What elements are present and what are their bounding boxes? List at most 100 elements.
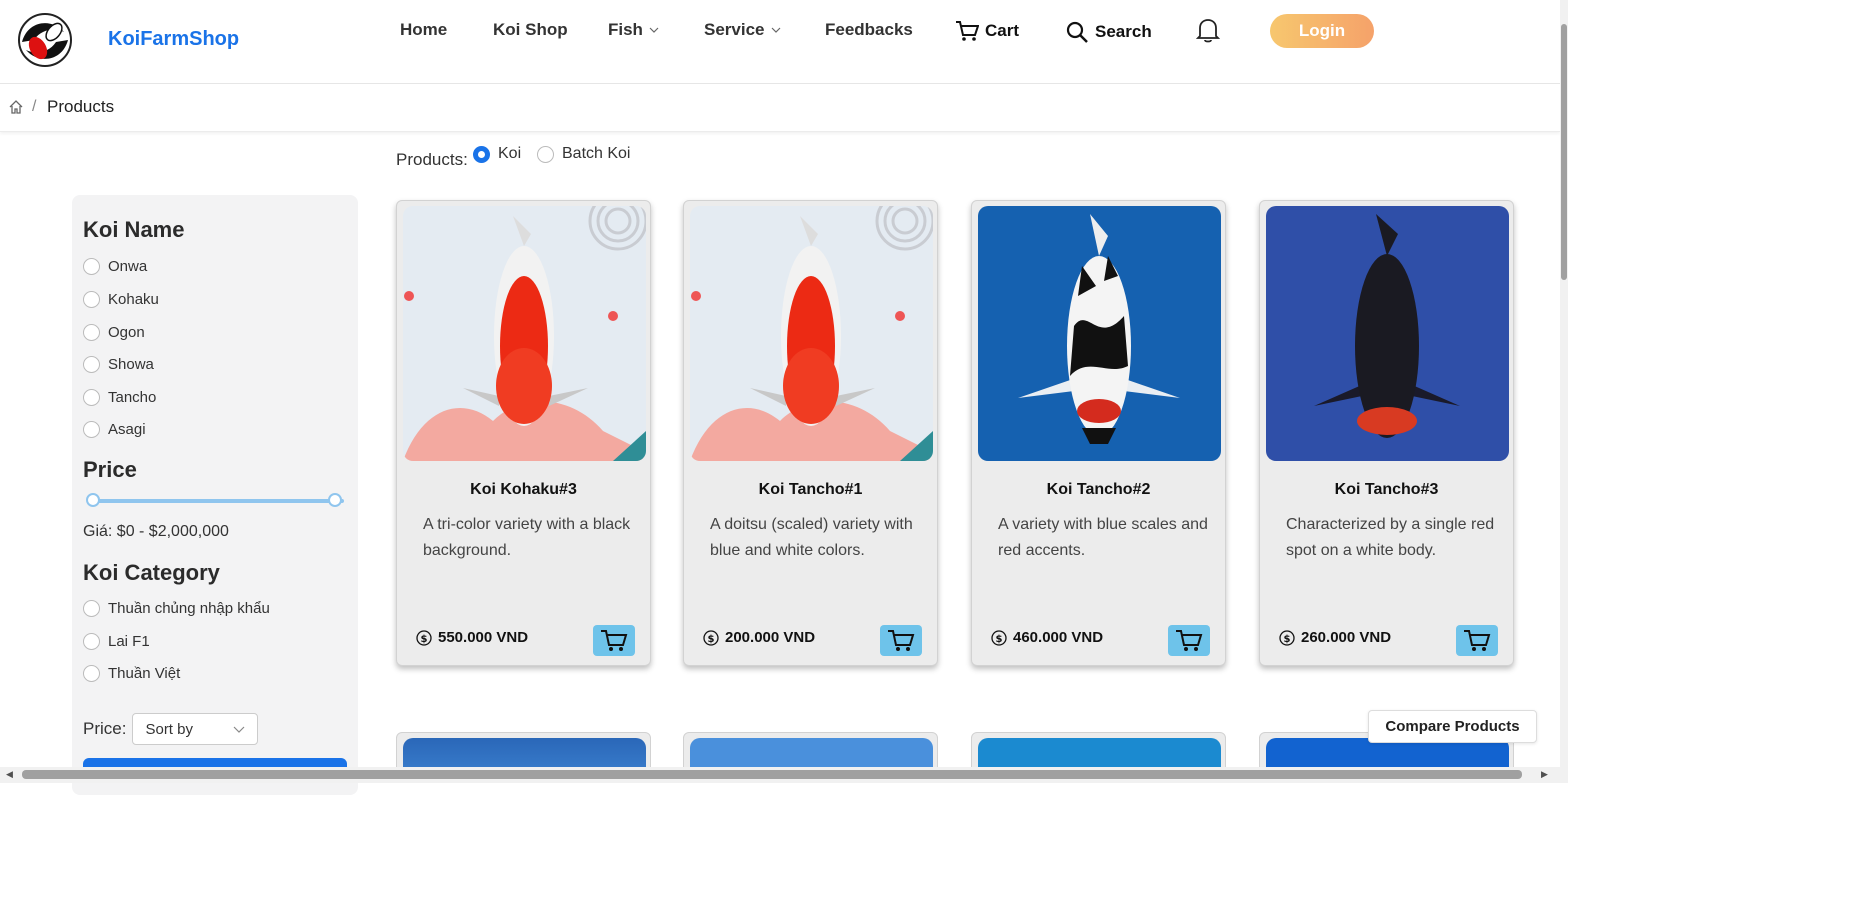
home-icon[interactable] bbox=[8, 99, 24, 115]
radio-unchecked-icon bbox=[83, 356, 100, 373]
koi-tancho-2-image[interactable] bbox=[978, 206, 1221, 461]
chevron-down-icon bbox=[649, 27, 659, 33]
nav-fish[interactable]: Fish bbox=[608, 20, 659, 40]
product-type-batch-radio[interactable]: Batch Koi bbox=[537, 145, 630, 163]
koi-name-option[interactable]: Showa bbox=[83, 356, 154, 373]
product-description: A tri-color variety with a black backgro… bbox=[423, 516, 631, 559]
add-to-cart-button[interactable] bbox=[1456, 625, 1498, 656]
radio-unchecked-icon bbox=[83, 389, 100, 406]
product-price: $ 460.000 VND bbox=[991, 629, 1103, 646]
product-card[interactable]: Koi Tancho#2 A variety with blue scales … bbox=[971, 200, 1226, 666]
product-name[interactable]: Koi Tancho#1 bbox=[684, 481, 937, 499]
radio-unchecked-icon bbox=[537, 145, 554, 163]
product-price-value: 200.000 VND bbox=[725, 629, 816, 646]
nav-koi-shop[interactable]: Koi Shop bbox=[493, 20, 568, 40]
product-type-koi-radio[interactable]: Koi bbox=[473, 145, 521, 163]
brand-name[interactable]: KoiFarmShop bbox=[108, 28, 239, 51]
dollar-circle-icon: $ bbox=[1279, 629, 1295, 646]
koi-name-option[interactable]: Tancho bbox=[83, 389, 156, 406]
scroll-right-arrow-icon[interactable]: ▶ bbox=[1541, 769, 1548, 780]
radio-unchecked-icon bbox=[83, 291, 100, 308]
chevron-down-icon bbox=[234, 726, 245, 733]
product-price: $ 200.000 VND bbox=[703, 629, 815, 646]
koi-name-label: Ogon bbox=[108, 324, 145, 341]
add-to-cart-button[interactable] bbox=[1168, 625, 1210, 656]
nav-search-label: Search bbox=[1095, 22, 1152, 41]
product-price: $ 550.000 VND bbox=[416, 629, 528, 646]
product-card[interactable]: Koi Tancho#3 Characterized by a single r… bbox=[1259, 200, 1514, 666]
nav-search[interactable]: Search bbox=[1065, 20, 1152, 44]
koi-name-label: Asagi bbox=[108, 421, 146, 438]
sort-row: Price: Sort by bbox=[83, 713, 259, 745]
koi-name-option[interactable]: Onwa bbox=[83, 258, 147, 275]
koi-name-label: Onwa bbox=[108, 258, 148, 275]
bell-icon[interactable] bbox=[1196, 16, 1220, 44]
koi-tancho-3-image[interactable] bbox=[1266, 206, 1509, 461]
dollar-circle-icon: $ bbox=[416, 629, 432, 646]
svg-text:$: $ bbox=[421, 634, 428, 645]
search-icon bbox=[1066, 21, 1088, 43]
add-to-cart-button[interactable] bbox=[880, 625, 922, 656]
koi-kohaku-image[interactable] bbox=[403, 206, 646, 461]
koi-name-option[interactable]: Ogon bbox=[83, 324, 145, 341]
login-button[interactable]: Login bbox=[1270, 14, 1374, 48]
category-option[interactable]: Lai F1 bbox=[83, 633, 150, 650]
scroll-left-arrow-icon[interactable]: ◀ bbox=[6, 769, 13, 780]
price-title: Price bbox=[83, 457, 137, 482]
product-name[interactable]: Koi Tancho#2 bbox=[972, 481, 1225, 499]
category-label: Lai F1 bbox=[108, 633, 150, 650]
price-range-slider[interactable] bbox=[86, 493, 344, 507]
product-card[interactable] bbox=[396, 732, 651, 772]
category-label: Thuần Việt bbox=[108, 665, 181, 682]
nav-cart[interactable]: Cart bbox=[955, 20, 1019, 42]
horizontal-scroll-thumb[interactable] bbox=[22, 770, 1522, 779]
product-description: A variety with blue scales and red accen… bbox=[998, 516, 1208, 559]
nav-service[interactable]: Service bbox=[704, 20, 781, 40]
product-price: $ 260.000 VND bbox=[1279, 629, 1391, 646]
koi-name-option[interactable]: Kohaku bbox=[83, 291, 159, 308]
add-to-cart-button[interactable] bbox=[593, 625, 635, 656]
koi-logo-icon[interactable] bbox=[12, 12, 78, 68]
product-price-value: 550.000 VND bbox=[438, 629, 529, 646]
nav-fish-label: Fish bbox=[608, 20, 643, 39]
koi-category-title: Koi Category bbox=[83, 560, 220, 585]
product-description: A doitsu (scaled) variety with blue and … bbox=[710, 516, 913, 559]
product-price-value: 460.000 VND bbox=[1013, 629, 1104, 646]
category-option[interactable]: Thuần chủng nhập khẩu bbox=[83, 600, 270, 617]
product-type-koi-label: Koi bbox=[498, 145, 522, 162]
nav-home[interactable]: Home bbox=[400, 20, 447, 40]
koi-tancho-image[interactable] bbox=[690, 206, 933, 461]
radio-unchecked-icon bbox=[83, 633, 100, 650]
svg-text:$: $ bbox=[1284, 634, 1291, 645]
product-card[interactable] bbox=[683, 732, 938, 772]
filter-sidebar: Koi Name Onwa Kohaku Ogon Showa Tancho A… bbox=[72, 195, 358, 795]
radio-unchecked-icon bbox=[83, 258, 100, 275]
category-option[interactable]: Thuần Việt bbox=[83, 665, 180, 682]
breadcrumb-current: Products bbox=[47, 97, 115, 116]
product-type-batch-label: Batch Koi bbox=[562, 145, 631, 162]
cart-icon bbox=[601, 629, 628, 651]
koi-name-option[interactable]: Asagi bbox=[83, 421, 146, 438]
product-name[interactable]: Koi Kohaku#3 bbox=[397, 481, 650, 499]
nav-feedbacks[interactable]: Feedbacks bbox=[825, 20, 913, 40]
product-card[interactable]: Koi Kohaku#3 A tri-color variety with a … bbox=[396, 200, 651, 666]
product-price-value: 260.000 VND bbox=[1301, 629, 1392, 646]
price-range-text: Giá: $0 - $2,000,000 bbox=[83, 523, 229, 540]
radio-checked-icon bbox=[473, 145, 490, 163]
radio-unchecked-icon bbox=[83, 600, 100, 617]
vertical-scroll-thumb[interactable] bbox=[1561, 24, 1567, 280]
nav-cart-label: Cart bbox=[985, 21, 1020, 40]
sort-select[interactable]: Sort by bbox=[132, 713, 259, 745]
koi-name-title: Koi Name bbox=[83, 217, 185, 242]
product-name[interactable]: Koi Tancho#3 bbox=[1260, 481, 1513, 499]
product-card[interactable]: Koi Tancho#1 A doitsu (scaled) variety w… bbox=[683, 200, 938, 666]
nav-service-label: Service bbox=[704, 20, 765, 39]
chevron-down-icon bbox=[771, 27, 780, 33]
compare-products-button[interactable]: Compare Products bbox=[1368, 710, 1537, 743]
product-description: Characterized by a single red spot on a … bbox=[1286, 516, 1495, 559]
slider-max-handle[interactable] bbox=[328, 493, 342, 507]
slider-min-handle[interactable] bbox=[86, 493, 100, 507]
sort-label: Price: bbox=[83, 719, 127, 738]
product-card[interactable] bbox=[971, 732, 1226, 772]
koi-name-label: Tancho bbox=[108, 389, 157, 406]
